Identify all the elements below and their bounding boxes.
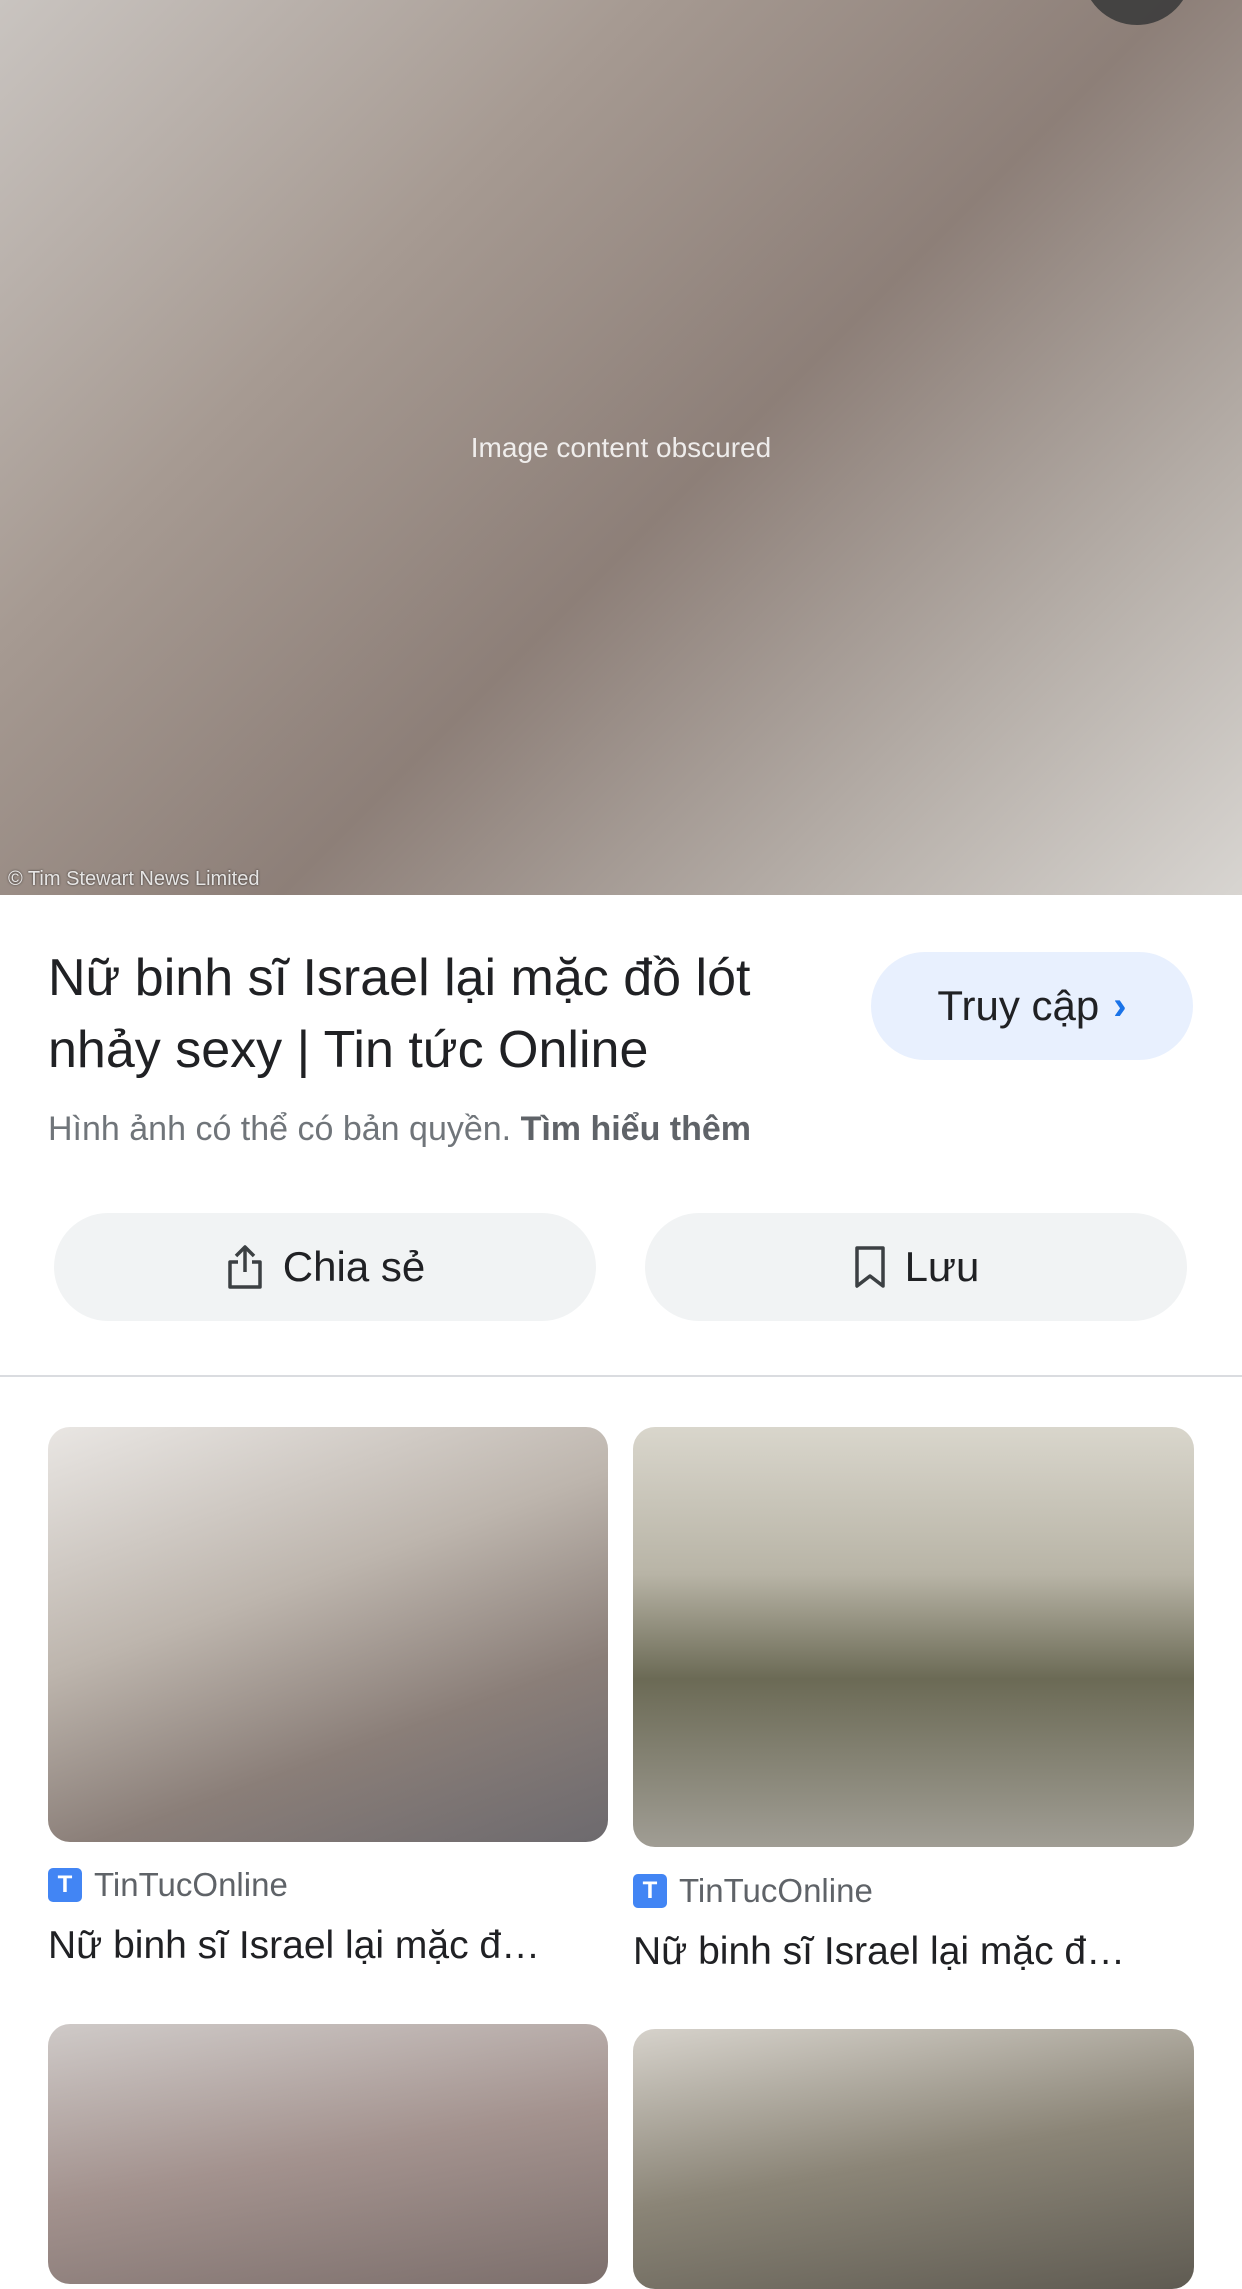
bookmark-icon	[854, 1246, 885, 1288]
copyright-text: Hình ảnh có thể có bản quyền.	[48, 1110, 512, 1148]
result-title-line-2: nhảy sexy | Tin tức Online	[48, 1021, 649, 1079]
related-image-4[interactable]	[633, 2029, 1194, 2289]
related-image-1[interactable]	[48, 1427, 608, 1842]
save-button-label: Lưu	[904, 1243, 980, 1290]
hero-image[interactable]: Image content obscured © Tim Stewart New…	[0, 0, 1242, 895]
visit-button-label: Truy cập	[937, 982, 1100, 1029]
site-favicon-icon: T	[633, 1874, 667, 1908]
chevron-right-icon: ›	[1113, 983, 1127, 1028]
related-source-2[interactable]: T TinTucOnline	[633, 1872, 873, 1910]
save-button[interactable]: Lưu	[645, 1213, 1187, 1321]
related-source-1[interactable]: T TinTucOnline	[48, 1866, 288, 1904]
hero-image-placeholder: Image content obscured	[0, 0, 1242, 895]
share-icon	[228, 1245, 262, 1289]
related-caption-1[interactable]: Nữ binh sĩ Israel lại mặc đ…	[48, 1924, 608, 1968]
related-caption-2[interactable]: Nữ binh sĩ Israel lại mặc đ…	[633, 1930, 1193, 1974]
result-title[interactable]: Nữ binh sĩ Israel lại mặc đồ lót nhảy se…	[48, 942, 828, 1086]
share-button[interactable]: Chia sẻ	[54, 1213, 596, 1321]
site-favicon-icon: T	[48, 1868, 82, 1902]
related-image-3[interactable]	[48, 2024, 608, 2284]
learn-more-link[interactable]: Tìm hiểu thêm	[521, 1110, 751, 1148]
source-name: TinTucOnline	[94, 1866, 288, 1903]
source-name: TinTucOnline	[679, 1872, 873, 1909]
image-credit: © Tim Stewart News Limited	[8, 868, 260, 890]
share-button-label: Chia sẻ	[282, 1243, 426, 1290]
related-image-2[interactable]	[633, 1427, 1194, 1847]
section-divider	[0, 1375, 1242, 1377]
copyright-notice: Hình ảnh có thể có bản quyền. Tìm hiểu t…	[48, 1110, 751, 1149]
visit-button[interactable]: Truy cập ›	[871, 952, 1193, 1060]
result-title-line-1: Nữ binh sĩ Israel lại mặc đồ lót	[48, 949, 751, 1007]
hero-image-note: Image content obscured	[470, 431, 772, 463]
